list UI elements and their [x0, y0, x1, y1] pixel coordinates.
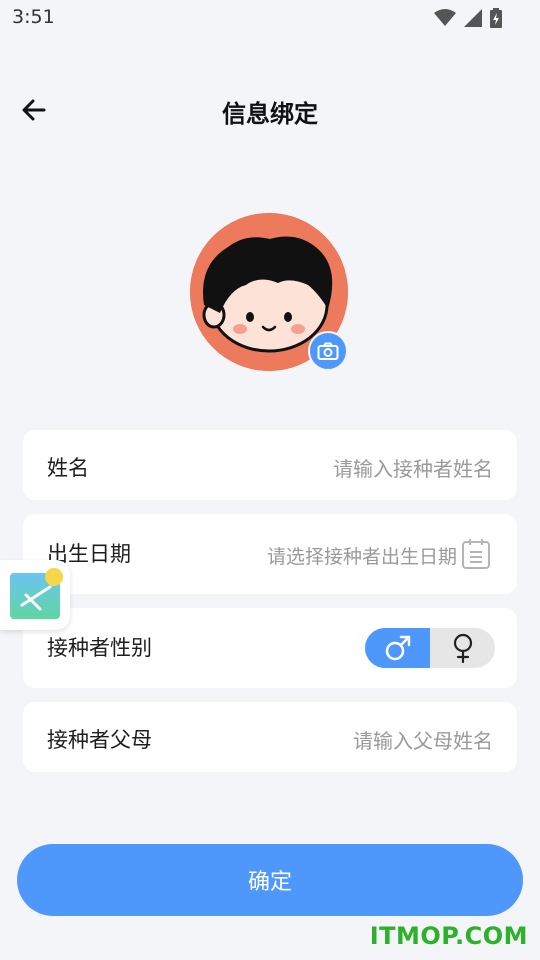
gender-label: 接种者性别	[47, 636, 152, 660]
status-icons	[434, 8, 502, 28]
image-icon	[10, 568, 63, 619]
parent-input[interactable]: 请输入父母姓名	[353, 725, 493, 754]
gender-card: 接种者性别	[23, 608, 517, 688]
avatar-section	[190, 213, 350, 373]
birth-date-picker[interactable]: 请选择接种者出生日期	[267, 542, 457, 569]
page-title: 信息绑定	[222, 100, 318, 128]
gender-toggle[interactable]	[365, 628, 495, 668]
battery-icon	[490, 8, 502, 28]
female-icon	[453, 633, 472, 663]
parent-field-card[interactable]: 接种者父母 请输入父母姓名	[23, 702, 517, 772]
signal-icon	[464, 9, 482, 27]
status-bar: 3:51	[0, 0, 540, 38]
change-avatar-button[interactable]	[308, 331, 348, 371]
status-time: 3:51	[12, 6, 55, 28]
name-field-card[interactable]: 姓名 请输入接种者姓名	[23, 430, 517, 500]
floating-widget[interactable]	[0, 560, 70, 630]
confirm-button[interactable]: 确定	[17, 844, 523, 916]
parent-label: 接种者父母	[47, 728, 152, 752]
name-label: 姓名	[47, 456, 89, 480]
watermark: ITMOP.COM	[369, 922, 528, 950]
wifi-icon	[434, 9, 456, 26]
header: 信息绑定	[0, 78, 540, 142]
birth-date-card[interactable]: 出生日期 请选择接种者出生日期	[23, 514, 517, 594]
gender-male-option[interactable]	[365, 628, 430, 668]
calendar-icon[interactable]	[461, 538, 491, 570]
gender-female-option[interactable]	[430, 628, 495, 668]
camera-icon	[317, 342, 339, 360]
name-input[interactable]: 请输入接种者姓名	[333, 453, 493, 482]
male-icon	[385, 635, 410, 661]
